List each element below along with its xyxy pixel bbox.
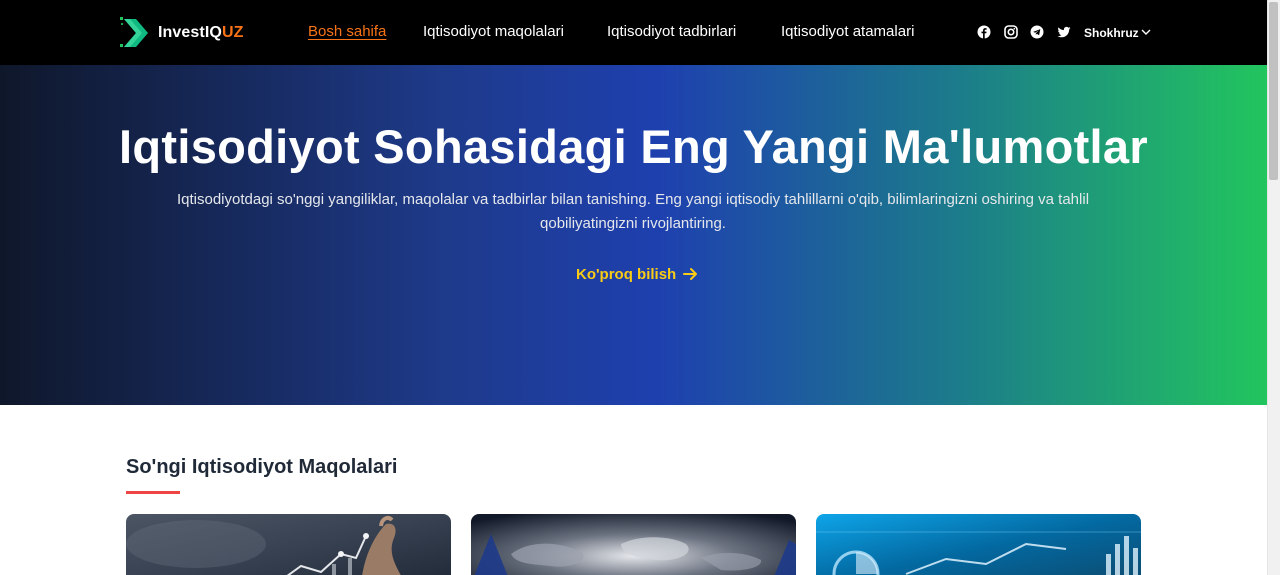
- hero-subtitle: Iqtisodiyotdagi so'nggi yangiliklar, maq…: [176, 191, 1090, 232]
- section-title: So'ngi Iqtisodiyot Maqolalari: [126, 456, 398, 478]
- article-card-2[interactable]: [471, 514, 796, 575]
- instagram-icon[interactable]: [1004, 25, 1018, 39]
- brand-name: InvestIQUZ: [158, 24, 244, 41]
- top-navbar: InvestIQUZ Bosh sahifa Iqtisodiyot maqol…: [0, 0, 1267, 65]
- article-card-3[interactable]: [816, 514, 1141, 575]
- nav-link-terms[interactable]: Iqtisodiyot atamalari: [781, 22, 914, 42]
- learn-more-label: Ko'proq bilish: [576, 265, 677, 283]
- user-name[interactable]: Shokhruz: [1084, 25, 1139, 41]
- telegram-icon[interactable]: [1030, 25, 1044, 39]
- stock-chart-hand-image: [126, 514, 451, 575]
- page-scrollbar-thumb[interactable]: [1269, 2, 1278, 180]
- hero-banner: Iqtisodiyot Sohasidagi Eng Yangi Ma'lumo…: [0, 65, 1267, 405]
- arrow-right-icon: [683, 268, 698, 280]
- hero-title: Iqtisodiyot Sohasidagi Eng Yangi Ma'lumo…: [119, 120, 1148, 173]
- article-card-1[interactable]: [126, 514, 451, 575]
- nav-link-events[interactable]: Iqtisodiyot tadbirlari: [607, 22, 736, 42]
- chevron-down-icon[interactable]: [1140, 27, 1152, 37]
- section-title-underline: [126, 491, 180, 494]
- digital-dashboard-image: [816, 514, 1141, 575]
- facebook-icon[interactable]: [977, 25, 991, 39]
- learn-more-button[interactable]: Ko'proq bilish: [576, 264, 698, 284]
- twitter-icon[interactable]: [1057, 25, 1071, 39]
- brand-logo-icon: [120, 17, 148, 47]
- brand-logo[interactable]: InvestIQUZ: [120, 15, 243, 51]
- nav-link-home[interactable]: Bosh sahifa: [308, 22, 386, 42]
- nav-link-articles[interactable]: Iqtisodiyot maqolalari: [423, 22, 564, 42]
- world-map-handshake-image: [471, 514, 796, 575]
